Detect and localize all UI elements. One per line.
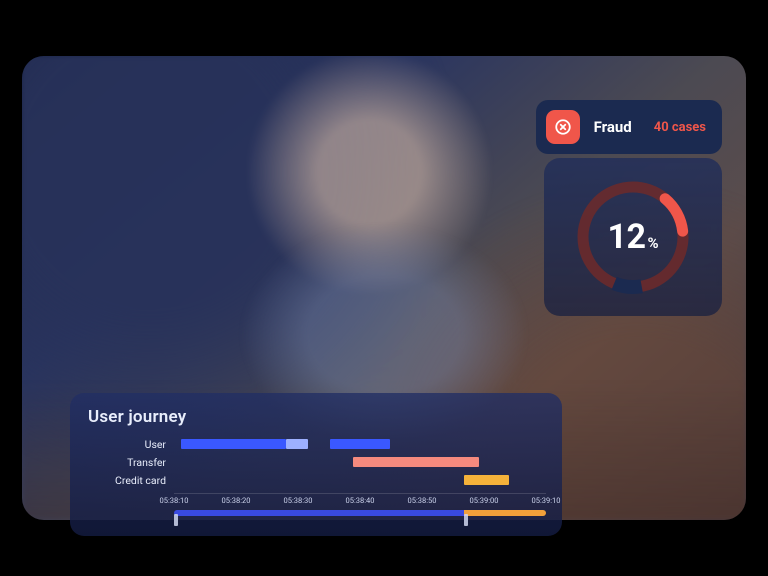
fraud-rate-card[interactable]: 12 % [544, 158, 722, 316]
timeline-scrub-bar[interactable] [174, 510, 546, 516]
user-journey-card[interactable]: User journey User Transfer Credit card 05:… [70, 393, 562, 536]
axis-tick: 05:38:20 [222, 496, 251, 505]
timeline-segment[interactable] [330, 439, 390, 449]
axis-tick: 05:38:50 [408, 496, 437, 505]
percent-unit: % [647, 234, 658, 252]
timeline-row-label: User [86, 438, 174, 451]
percent-value: 12 [607, 217, 645, 257]
timeline-segment[interactable] [353, 457, 479, 467]
axis-tick: 05:38:10 [160, 496, 189, 505]
close-circle-icon [546, 110, 580, 144]
timeline-row: Credit card [86, 473, 546, 487]
fraud-alert-pill[interactable]: Fraud 40 cases [536, 100, 722, 154]
timeline-row: User [86, 437, 546, 451]
timeline-axis: 05:38:1005:38:2005:38:3005:38:4005:38:50… [174, 493, 546, 504]
timeline-row-label: Transfer [86, 456, 174, 469]
timeline-row-track [174, 475, 546, 485]
user-journey-title: User journey [88, 407, 546, 427]
timeline-row: Transfer [86, 455, 546, 469]
fraud-label: Fraud [594, 118, 632, 136]
axis-tick: 05:39:00 [470, 496, 499, 505]
fraud-count: 40 cases [654, 120, 706, 135]
timeline-segment[interactable] [181, 439, 285, 449]
timeline-row-track [174, 439, 546, 449]
timeline-segment[interactable] [286, 439, 308, 449]
axis-tick: 05:38:30 [284, 496, 313, 505]
axis-tick: 05:38:40 [346, 496, 375, 505]
radial-progress: 12 % [571, 175, 695, 299]
timeline-segment[interactable] [464, 475, 509, 485]
timeline-row-track [174, 457, 546, 467]
timeline-row-label: Credit card [86, 474, 174, 487]
axis-tick: 05:39:10 [532, 496, 561, 505]
timeline-scrub-handles[interactable] [174, 518, 546, 526]
